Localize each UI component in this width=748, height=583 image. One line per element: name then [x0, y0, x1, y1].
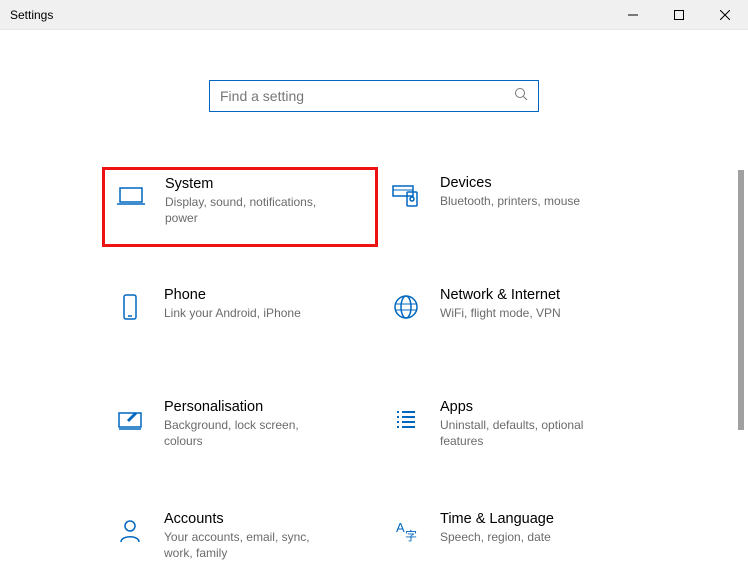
tile-desc: Background, lock screen, colours — [164, 417, 334, 449]
tile-system[interactable]: System Display, sound, notifications, po… — [102, 167, 378, 247]
tile-personalisation[interactable]: Personalisation Background, lock screen,… — [102, 391, 378, 471]
tile-title: Phone — [164, 287, 301, 303]
search-input[interactable] — [220, 88, 514, 104]
tile-title: Apps — [440, 399, 610, 415]
list-icon — [386, 399, 426, 439]
tile-desc: Uninstall, defaults, optional features — [440, 417, 610, 449]
tile-phone[interactable]: Phone Link your Android, iPhone — [102, 279, 378, 359]
titlebar: Settings — [0, 0, 748, 30]
tile-title: Accounts — [164, 511, 334, 527]
minimize-icon — [628, 10, 638, 20]
maximize-icon — [674, 10, 684, 20]
tile-desc: Speech, region, date — [440, 529, 554, 545]
minimize-button[interactable] — [610, 0, 656, 30]
tile-title: Personalisation — [164, 399, 334, 415]
tile-desc: Your accounts, email, sync, work, family — [164, 529, 334, 561]
content-area: System Display, sound, notifications, po… — [0, 30, 748, 571]
svg-text:A: A — [396, 520, 405, 535]
search-icon — [514, 87, 528, 106]
svg-text:字: 字 — [405, 528, 417, 543]
tile-accounts[interactable]: Accounts Your accounts, email, sync, wor… — [102, 503, 378, 583]
language-icon: A字 — [386, 511, 426, 551]
globe-icon — [386, 287, 426, 327]
window-title: Settings — [0, 8, 53, 22]
laptop-icon — [111, 176, 151, 216]
paint-icon — [110, 399, 150, 439]
close-button[interactable] — [702, 0, 748, 30]
settings-grid: System Display, sound, notifications, po… — [94, 167, 654, 583]
window-controls — [610, 0, 748, 30]
phone-icon — [110, 287, 150, 327]
search-box[interactable] — [209, 80, 539, 112]
tile-desc: Link your Android, iPhone — [164, 305, 301, 321]
tile-network[interactable]: Network & Internet WiFi, flight mode, VP… — [378, 279, 654, 359]
tile-title: Time & Language — [440, 511, 554, 527]
devices-icon — [386, 175, 426, 215]
scrollbar-thumb[interactable] — [738, 170, 744, 430]
tile-desc: WiFi, flight mode, VPN — [440, 305, 561, 321]
tile-title: Devices — [440, 175, 580, 191]
maximize-button[interactable] — [656, 0, 702, 30]
tile-apps[interactable]: Apps Uninstall, defaults, optional featu… — [378, 391, 654, 471]
tile-devices[interactable]: Devices Bluetooth, printers, mouse — [378, 167, 654, 247]
tile-desc: Bluetooth, printers, mouse — [440, 193, 580, 209]
tile-title: Network & Internet — [440, 287, 561, 303]
tile-title: System — [165, 176, 335, 192]
person-icon — [110, 511, 150, 551]
close-icon — [720, 10, 730, 20]
tile-time-language[interactable]: A字 Time & Language Speech, region, date — [378, 503, 654, 583]
tile-desc: Display, sound, notifications, power — [165, 194, 335, 226]
